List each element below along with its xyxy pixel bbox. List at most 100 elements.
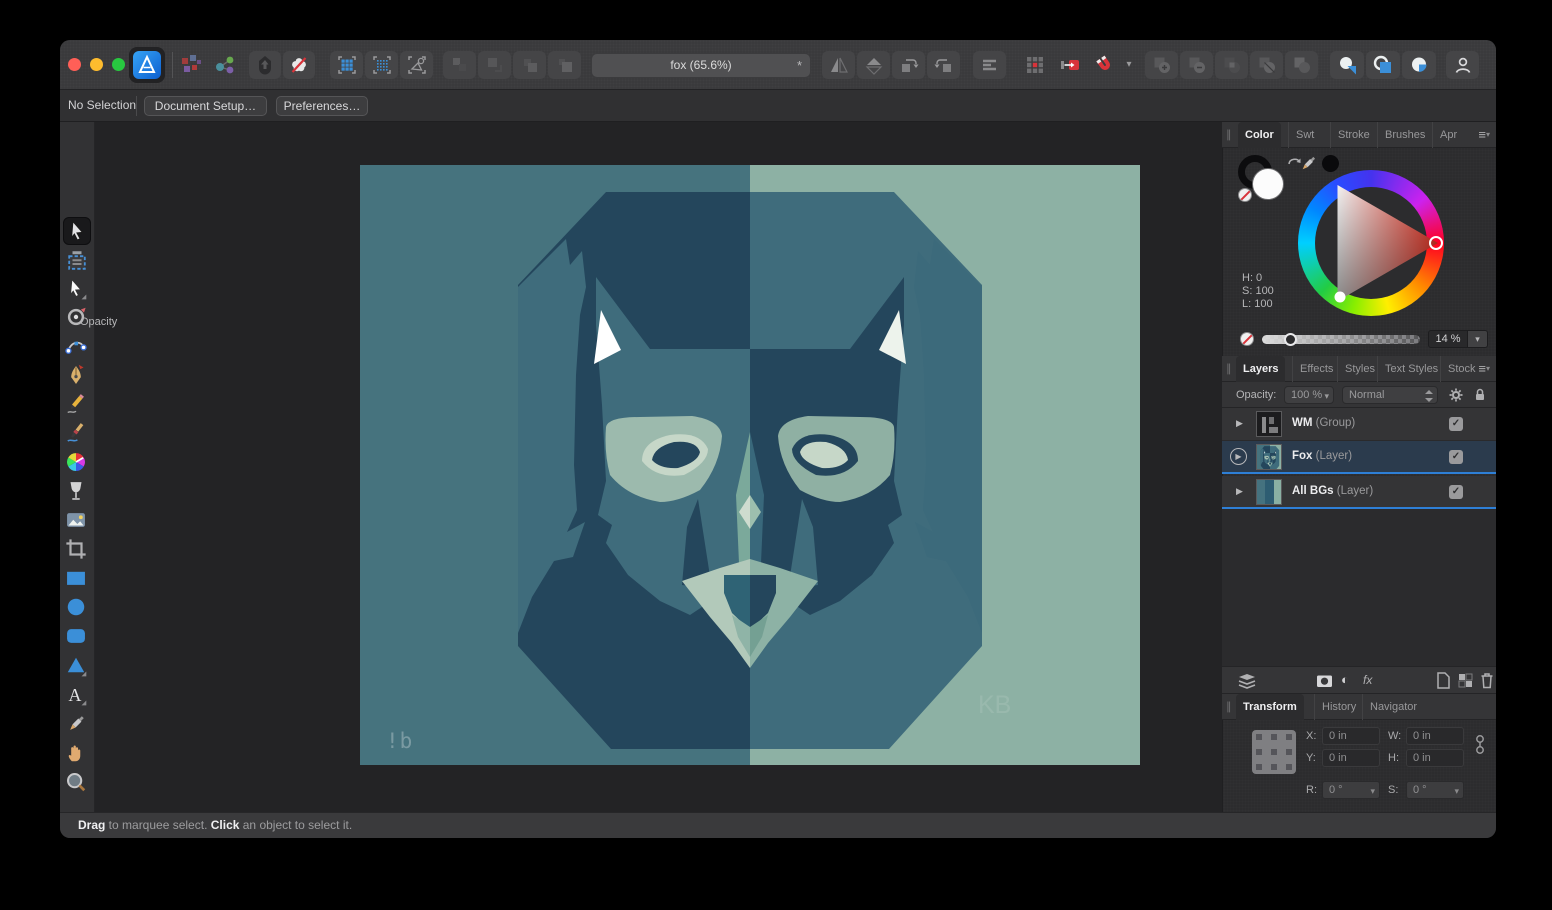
blend-mode-dropdown[interactable]: Normal <box>1342 386 1438 404</box>
magnet-button[interactable] <box>1088 51 1121 79</box>
minimize-window-button[interactable] <box>90 58 103 71</box>
trash-icon[interactable] <box>1480 672 1494 689</box>
h-field[interactable]: 0 in <box>1406 749 1464 767</box>
panel-grip-icon[interactable]: ∥ <box>1226 128 1233 141</box>
crop-tool[interactable] <box>65 538 89 562</box>
opacity-caret[interactable]: ▾ <box>1468 330 1488 348</box>
x-field[interactable]: 0 in <box>1322 727 1380 745</box>
color-wheel[interactable] <box>1298 170 1444 316</box>
color-panel-menu-icon[interactable]: ≡▾ <box>1478 127 1490 142</box>
account-button[interactable] <box>1446 51 1479 79</box>
new-layer-icon[interactable] <box>1436 672 1450 689</box>
opacity-slider-knob[interactable] <box>1284 333 1297 346</box>
tab-layers[interactable]: Layers <box>1236 356 1285 382</box>
tab-swatches[interactable]: Swt <box>1288 122 1321 148</box>
boolean-add-button[interactable] <box>1145 51 1178 79</box>
zoom-tool[interactable] <box>65 771 89 795</box>
no-fill-icon[interactable] <box>1238 188 1252 202</box>
disclosure-icon[interactable]: ▶ <box>1236 418 1243 429</box>
adjustment-layer-icon[interactable]: ◐ <box>1341 672 1349 687</box>
opacity-none-icon[interactable] <box>1240 332 1254 346</box>
export-persona-button[interactable] <box>210 51 240 79</box>
pixel-grid-fine-button[interactable] <box>365 51 398 79</box>
pixel-grid-button[interactable] <box>330 51 363 79</box>
transform-anchor-selector[interactable] <box>1252 730 1296 774</box>
layer-row-all-bgs[interactable]: ▶ All BGs (Layer) ✓ <box>1222 476 1496 509</box>
zoom-window-button[interactable] <box>112 58 125 71</box>
grid-snap-button[interactable] <box>1018 51 1051 79</box>
panel-grip-icon[interactable]: ∥ <box>1226 362 1233 375</box>
designer-persona-button[interactable] <box>129 47 165 83</box>
flip-horizontal-button[interactable] <box>857 51 890 79</box>
rotate-cw-button[interactable] <box>927 51 960 79</box>
layer-visibility-checkbox[interactable]: ✓ <box>1449 450 1463 464</box>
artboard-tool[interactable] <box>65 249 89 273</box>
tab-text-styles[interactable]: Text Styles <box>1377 356 1445 382</box>
fx-icon[interactable]: fx <box>1363 673 1372 687</box>
layer-settings-gear-icon[interactable] <box>1448 387 1464 403</box>
rotate-ccw-button[interactable] <box>892 51 925 79</box>
canvas-viewport[interactable]: !b KB <box>95 122 1222 812</box>
vector-brush-tool[interactable] <box>65 422 89 446</box>
boolean-intersect-button[interactable] <box>1215 51 1248 79</box>
arrange-front-button[interactable] <box>443 51 476 79</box>
tab-color[interactable]: Color <box>1238 122 1281 148</box>
arrange-backward-button[interactable] <box>513 51 546 79</box>
node-tool[interactable] <box>65 278 89 302</box>
triangle-tool[interactable] <box>65 655 89 679</box>
disclosure-icon[interactable]: ▶ <box>1236 486 1243 497</box>
artistic-text-tool[interactable]: A <box>65 684 89 708</box>
insert-on-top-button[interactable] <box>1402 51 1436 79</box>
layer-row-fox[interactable]: ▶ Fox (Layer) ✓ <box>1222 441 1496 474</box>
insert-behind-button[interactable] <box>1330 51 1364 79</box>
mask-layer-icon[interactable] <box>1316 673 1333 689</box>
pen-node-tool[interactable] <box>65 335 89 359</box>
edit-all-layers-icon[interactable]: ▶ <box>1230 448 1247 465</box>
pixel-persona-button[interactable] <box>176 51 206 79</box>
move-tool[interactable] <box>63 217 91 245</box>
artboard-fox[interactable]: !b KB <box>360 165 1140 765</box>
layers-panel-menu-icon[interactable]: ≡▾ <box>1478 361 1490 376</box>
layer-row-wm[interactable]: ▶ WM (Group) ✓ <box>1222 408 1496 441</box>
transform-mode-button[interactable] <box>400 51 433 79</box>
transparency-tool[interactable] <box>65 480 89 504</box>
lock-icon[interactable] <box>1472 387 1488 403</box>
upload-button[interactable] <box>249 51 281 79</box>
tab-appearance[interactable]: Apr <box>1432 122 1464 148</box>
tab-transform[interactable]: Transform <box>1236 694 1304 720</box>
colour-picker-tool[interactable] <box>65 713 89 737</box>
link-dimensions-icon[interactable] <box>1474 732 1486 758</box>
y-field[interactable]: 0 in <box>1322 749 1380 767</box>
document-title[interactable]: fox (65.6%) * <box>591 53 811 78</box>
tab-stroke[interactable]: Stroke <box>1330 122 1377 148</box>
ellipse-tool[interactable] <box>65 596 89 620</box>
view-tool[interactable] <box>65 742 89 766</box>
layer-visibility-checkbox[interactable]: ✓ <box>1449 417 1463 431</box>
rectangle-tool[interactable] <box>65 567 89 591</box>
tab-styles[interactable]: Styles <box>1337 356 1382 382</box>
opacity-value-field[interactable]: 14 % <box>1428 330 1468 348</box>
pen-tool[interactable] <box>65 364 89 388</box>
layers-opacity-dropdown[interactable]: 100 % ▾ <box>1284 386 1334 404</box>
tab-navigator[interactable]: Navigator <box>1362 694 1424 720</box>
w-field[interactable]: 0 in <box>1406 727 1464 745</box>
layers-stack-icon[interactable] <box>1238 673 1256 689</box>
snapping-button[interactable] <box>1053 51 1086 79</box>
rotation-dropdown[interactable]: 0 °▾ <box>1322 781 1380 799</box>
fill-tool[interactable] <box>65 451 89 475</box>
document-setup-button[interactable]: Document Setup… <box>144 96 267 116</box>
boolean-divide-button[interactable] <box>1250 51 1283 79</box>
alignment-button[interactable] <box>973 51 1006 79</box>
tab-stock[interactable]: Stock <box>1440 356 1483 382</box>
panel-grip-icon[interactable]: ∥ <box>1226 700 1233 713</box>
rounded-rectangle-tool[interactable] <box>65 625 89 649</box>
preferences-button[interactable]: Preferences… <box>276 96 368 116</box>
fill-swatch[interactable] <box>1252 168 1284 200</box>
insert-inside-button[interactable] <box>1366 51 1400 79</box>
tab-brushes[interactable]: Brushes <box>1377 122 1432 148</box>
arrange-forward-button[interactable] <box>478 51 511 79</box>
flip-vertical-button[interactable] <box>822 51 855 79</box>
shear-dropdown[interactable]: 0 °▾ <box>1406 781 1464 799</box>
pencil-tool[interactable] <box>65 393 89 417</box>
sl-selector[interactable] <box>1335 292 1346 303</box>
